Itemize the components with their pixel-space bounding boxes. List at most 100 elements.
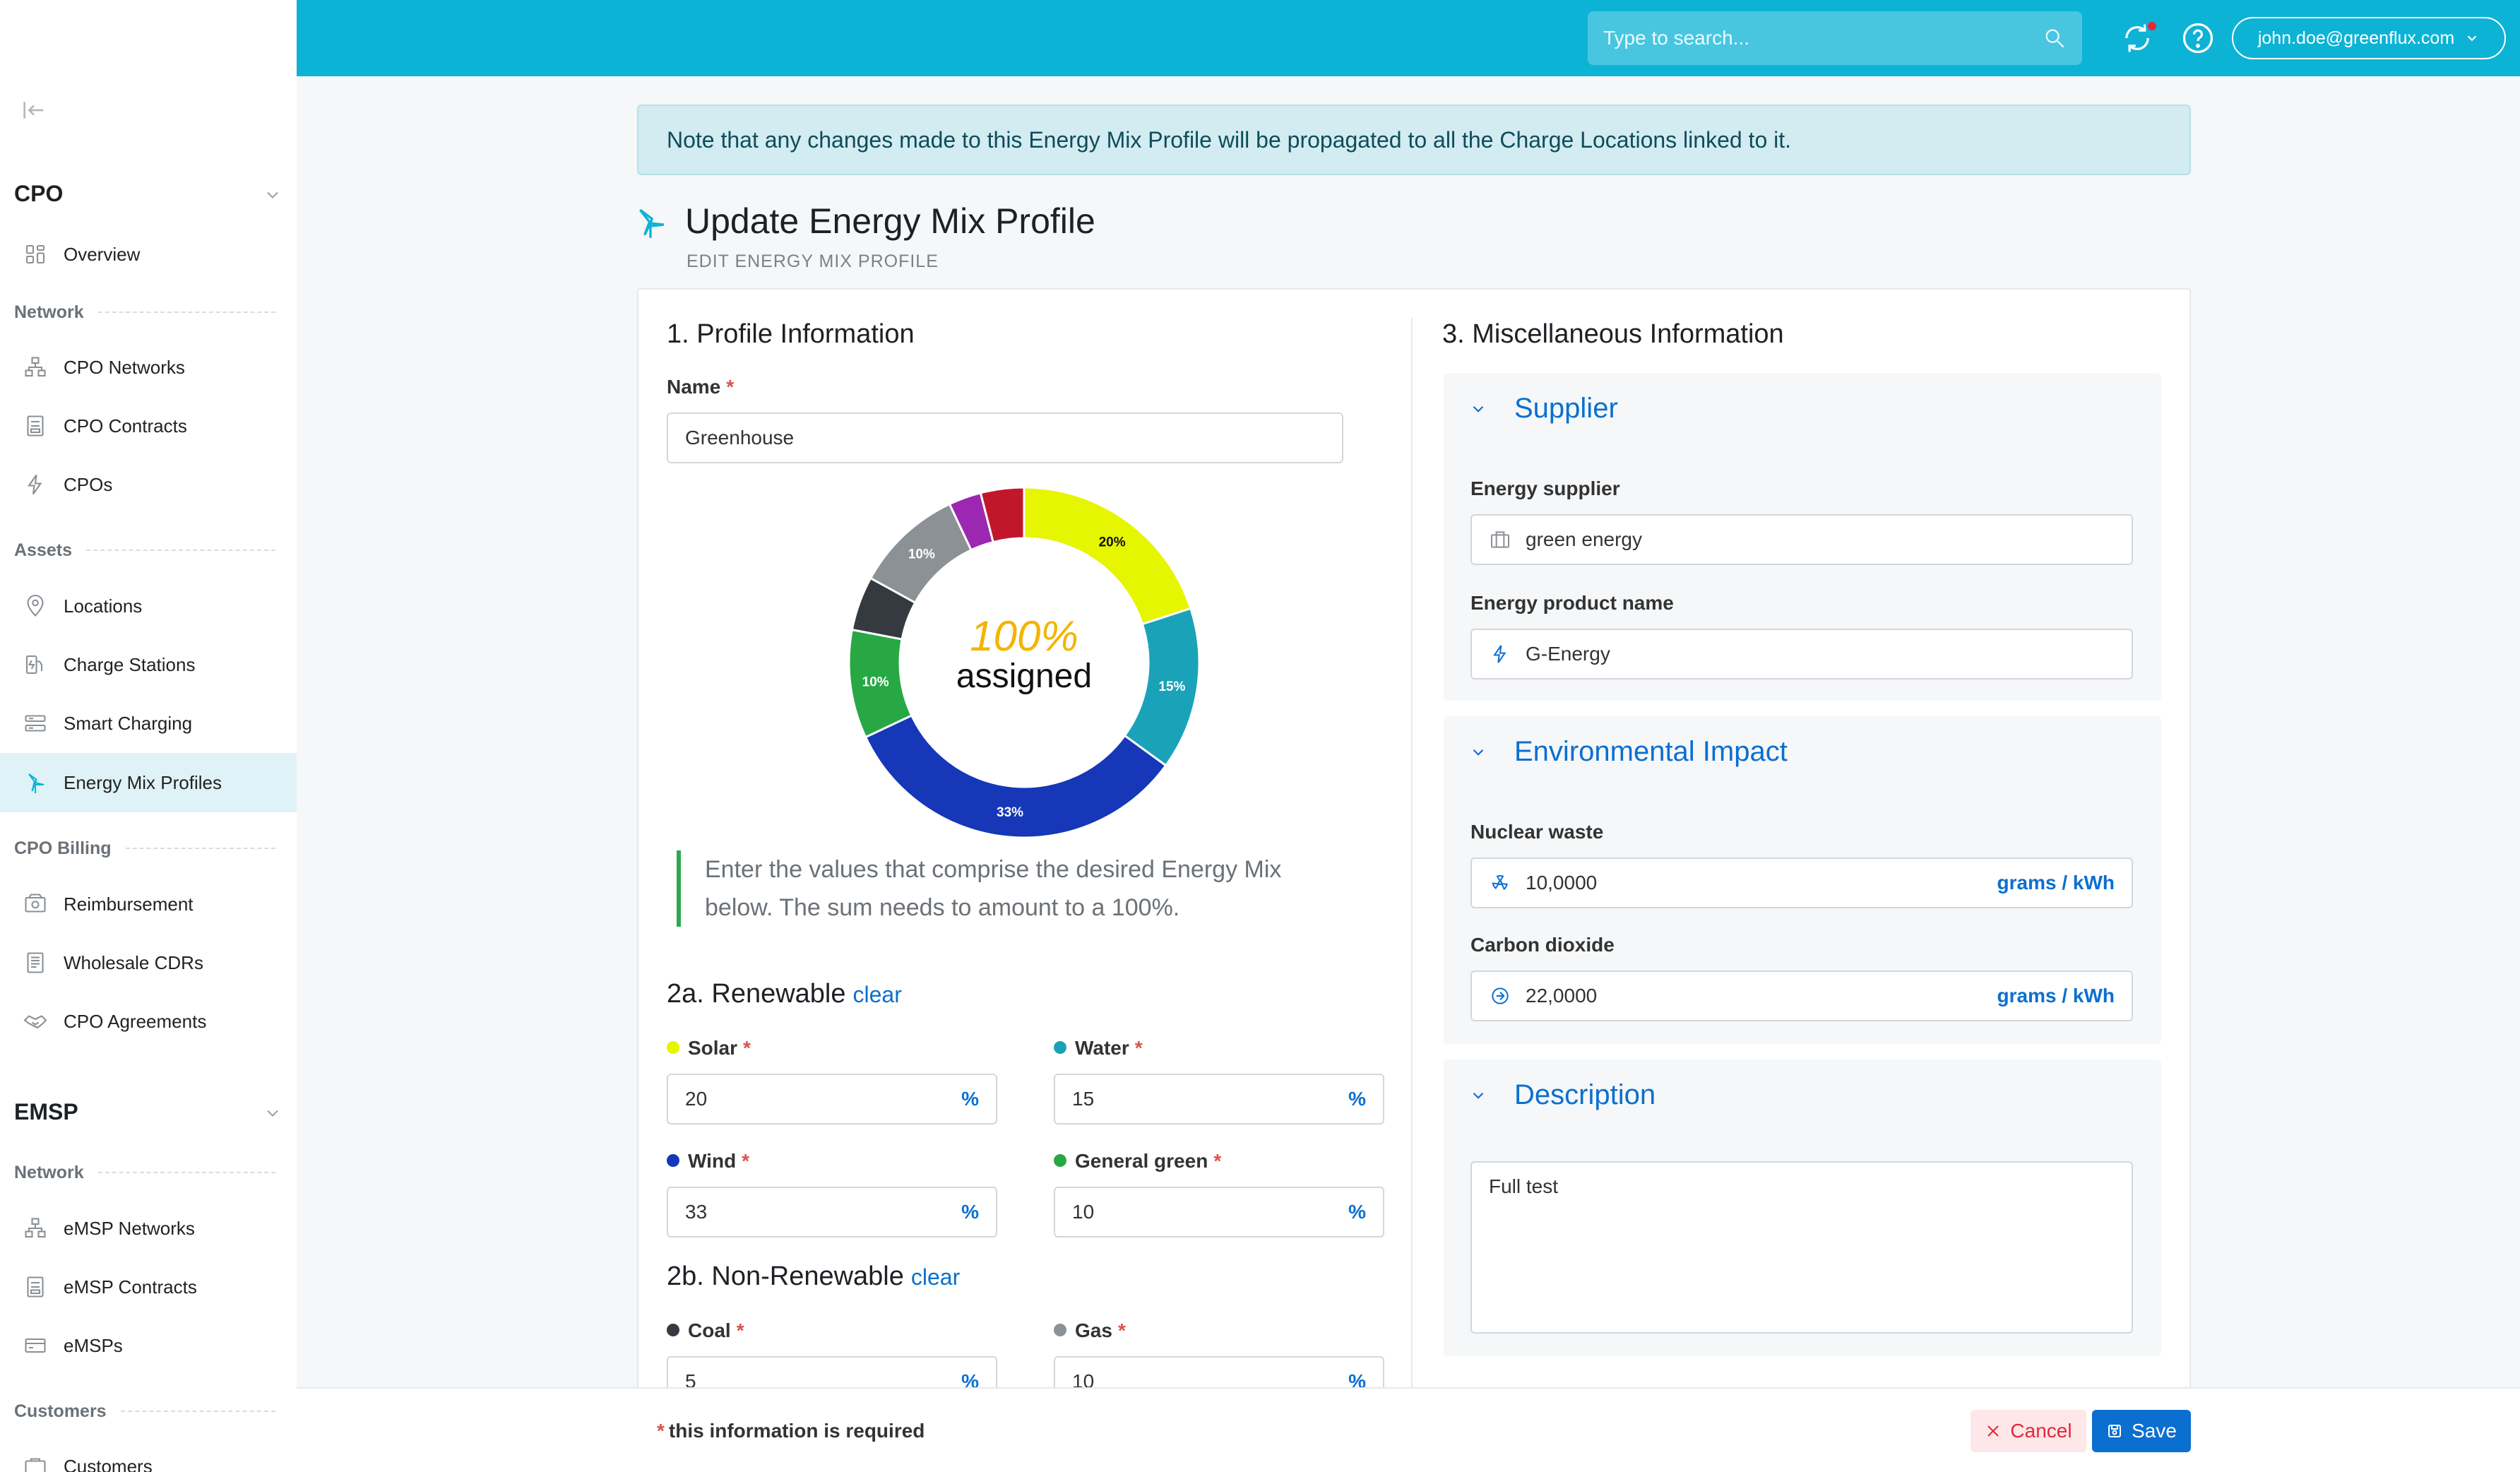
- contract-icon: [27, 415, 44, 437]
- sidebar-item-label: Reimbursement: [64, 893, 194, 915]
- carbon-dioxide-field[interactable]: 22,0000 grams / kWh: [1470, 971, 2133, 1021]
- location-pin-icon: [27, 595, 44, 617]
- sidebar-item-emsps[interactable]: eMSPs: [0, 1316, 297, 1375]
- donut-data-label: 10%: [908, 547, 935, 562]
- sidebar-item-cpo-networks[interactable]: CPO Networks: [0, 338, 297, 397]
- supplier-title: Supplier: [1514, 393, 1618, 424]
- donut-label: assigned: [956, 658, 1093, 695]
- chevron-down-icon: [1473, 749, 1484, 756]
- save-button[interactable]: Save: [2092, 1410, 2191, 1452]
- hint-text: Enter the values that comprise the desir…: [677, 850, 1312, 927]
- name-label: Name *: [667, 376, 735, 398]
- renewable-clear-link[interactable]: clear: [853, 982, 902, 1007]
- description-panel-header[interactable]: Description: [1469, 1079, 1656, 1111]
- donut-data-label: 20%: [1099, 535, 1126, 550]
- non-renewable-title: 2b. Non-Renewable clear: [667, 1262, 961, 1291]
- environmental-panel-header[interactable]: Environmental Impact: [1469, 736, 1788, 768]
- name-field[interactable]: Greenhouse: [667, 412, 1343, 463]
- bolt-icon: [27, 474, 42, 495]
- sidebar-item-label: CPO Contracts: [64, 415, 187, 437]
- sidebar-item-wholesale-cdrs[interactable]: Wholesale CDRs: [0, 933, 297, 992]
- sidebar-item-label: Wholesale CDRs: [64, 951, 203, 973]
- card-icon: [25, 1338, 46, 1353]
- user-email: john.doe@greenflux.com: [2257, 28, 2455, 48]
- nuclear-waste-field[interactable]: 10,0000 grams / kWh: [1470, 857, 2133, 908]
- gas-label: Gas *: [1054, 1319, 1126, 1342]
- non-renewable-clear-link[interactable]: clear: [911, 1264, 960, 1290]
- radiation-icon: [1492, 874, 1508, 891]
- energy-product-field[interactable]: G-Energy: [1470, 629, 2133, 679]
- sidebar-item-locations[interactable]: Locations: [0, 576, 297, 636]
- sidebar-item-label: CPO Agreements: [64, 1010, 207, 1032]
- user-menu[interactable]: john.doe@greenflux.com: [2232, 17, 2506, 59]
- carbon-dioxide-label: Carbon dioxide: [1470, 934, 1615, 956]
- sidebar-item-cpos[interactable]: CPOs: [0, 455, 297, 514]
- sidebar-item-label: Charge Stations: [64, 653, 196, 675]
- help-icon[interactable]: [2180, 20, 2216, 57]
- energy-supplier-field[interactable]: green energy: [1470, 514, 2133, 565]
- misc-section-title: 3. Miscellaneous Information: [1442, 319, 1784, 349]
- sidebar-item-smart-charging[interactable]: Smart Charging: [0, 694, 297, 753]
- sidebar-item-customers[interactable]: Customers: [0, 1437, 297, 1472]
- sidebar-item-overview[interactable]: Overview: [0, 225, 297, 284]
- wind-label: Wind *: [667, 1150, 749, 1173]
- environmental-title: Environmental Impact: [1514, 736, 1788, 767]
- overview-icon: [25, 244, 45, 264]
- donut-slice-solar: [1023, 486, 1192, 626]
- search-icon[interactable]: [2043, 26, 2067, 50]
- sidebar-item-label: Smart Charging: [64, 712, 193, 734]
- sidebar-item-emsp-contracts[interactable]: eMSP Contracts: [0, 1257, 297, 1317]
- solar-label: Solar *: [667, 1037, 751, 1060]
- chevron-down-icon: [1473, 405, 1484, 412]
- page-subtitle: EDIT ENERGY MIX PROFILE: [687, 251, 939, 271]
- close-icon: [1987, 1425, 1999, 1437]
- search-box[interactable]: [1588, 11, 2082, 65]
- sidebar-item-reimbursement[interactable]: Reimbursement: [0, 874, 297, 934]
- sidebar-item-cpo-contracts[interactable]: CPO Contracts: [0, 396, 297, 456]
- profile-section-title: 1. Profile Information: [667, 319, 915, 349]
- sidebar-group-emsp-network: Network: [14, 1162, 275, 1183]
- water-input[interactable]: 15%: [1054, 1074, 1384, 1124]
- reimbursement-icon: [25, 894, 46, 913]
- energy-product-label: Energy product name: [1470, 592, 1674, 614]
- search-input[interactable]: [1603, 27, 2043, 49]
- smart-charging-icon: [25, 715, 46, 732]
- sidebar-item-energy-mix-profiles[interactable]: Energy Mix Profiles: [0, 753, 297, 812]
- chevron-down-icon[interactable]: [263, 185, 283, 205]
- description-title: Description: [1514, 1079, 1656, 1110]
- wind-turbine-icon: [28, 773, 44, 793]
- sidebar-item-label: Locations: [64, 595, 143, 617]
- charge-station-icon: [25, 655, 43, 675]
- coal-label: Coal *: [667, 1319, 744, 1342]
- cancel-button[interactable]: Cancel: [1971, 1410, 2086, 1452]
- wind-input[interactable]: 33%: [667, 1187, 997, 1237]
- sidebar-group-network: Network: [14, 302, 275, 323]
- description-textarea[interactable]: Full test: [1470, 1161, 2133, 1334]
- briefcase-icon: [1491, 531, 1509, 548]
- collapse-sidebar-icon[interactable]: [20, 96, 48, 124]
- sidebar-group-assets: Assets: [14, 540, 275, 561]
- general-green-input[interactable]: 10%: [1054, 1187, 1384, 1237]
- sidebar-group-customers: Customers: [14, 1401, 275, 1422]
- top-bar: john.doe@greenflux.com: [297, 0, 2520, 76]
- energy-supplier-label: Energy supplier: [1470, 477, 1620, 499]
- chevron-down-icon[interactable]: [263, 1103, 283, 1123]
- general-green-label: General green *: [1054, 1150, 1221, 1173]
- chevron-down-icon: [2467, 35, 2477, 42]
- sidebar-item-emsp-networks[interactable]: eMSP Networks: [0, 1199, 297, 1258]
- renewable-title: 2a. Renewable clear: [667, 979, 902, 1009]
- sidebar-item-charge-stations[interactable]: Charge Stations: [0, 635, 297, 694]
- supplier-panel-header[interactable]: Supplier: [1469, 393, 1618, 425]
- sidebar-item-label: Overview: [64, 243, 141, 265]
- solar-input[interactable]: 20%: [667, 1074, 997, 1124]
- network-icon: [25, 1218, 46, 1238]
- emsp-section-title[interactable]: EMSP: [14, 1099, 78, 1125]
- cpo-section-title[interactable]: CPO: [14, 181, 63, 207]
- sidebar-item-cpo-agreements[interactable]: CPO Agreements: [0, 992, 297, 1051]
- sidebar: CPO Overview Network CPO Networks CPO Co…: [0, 0, 297, 1472]
- sidebar-group-cpo-billing: CPO Billing: [14, 838, 275, 859]
- sidebar-item-label: CPOs: [64, 473, 113, 495]
- network-icon: [25, 357, 46, 377]
- notification-dot: [2146, 20, 2158, 32]
- donut-percent: 100%: [970, 612, 1078, 660]
